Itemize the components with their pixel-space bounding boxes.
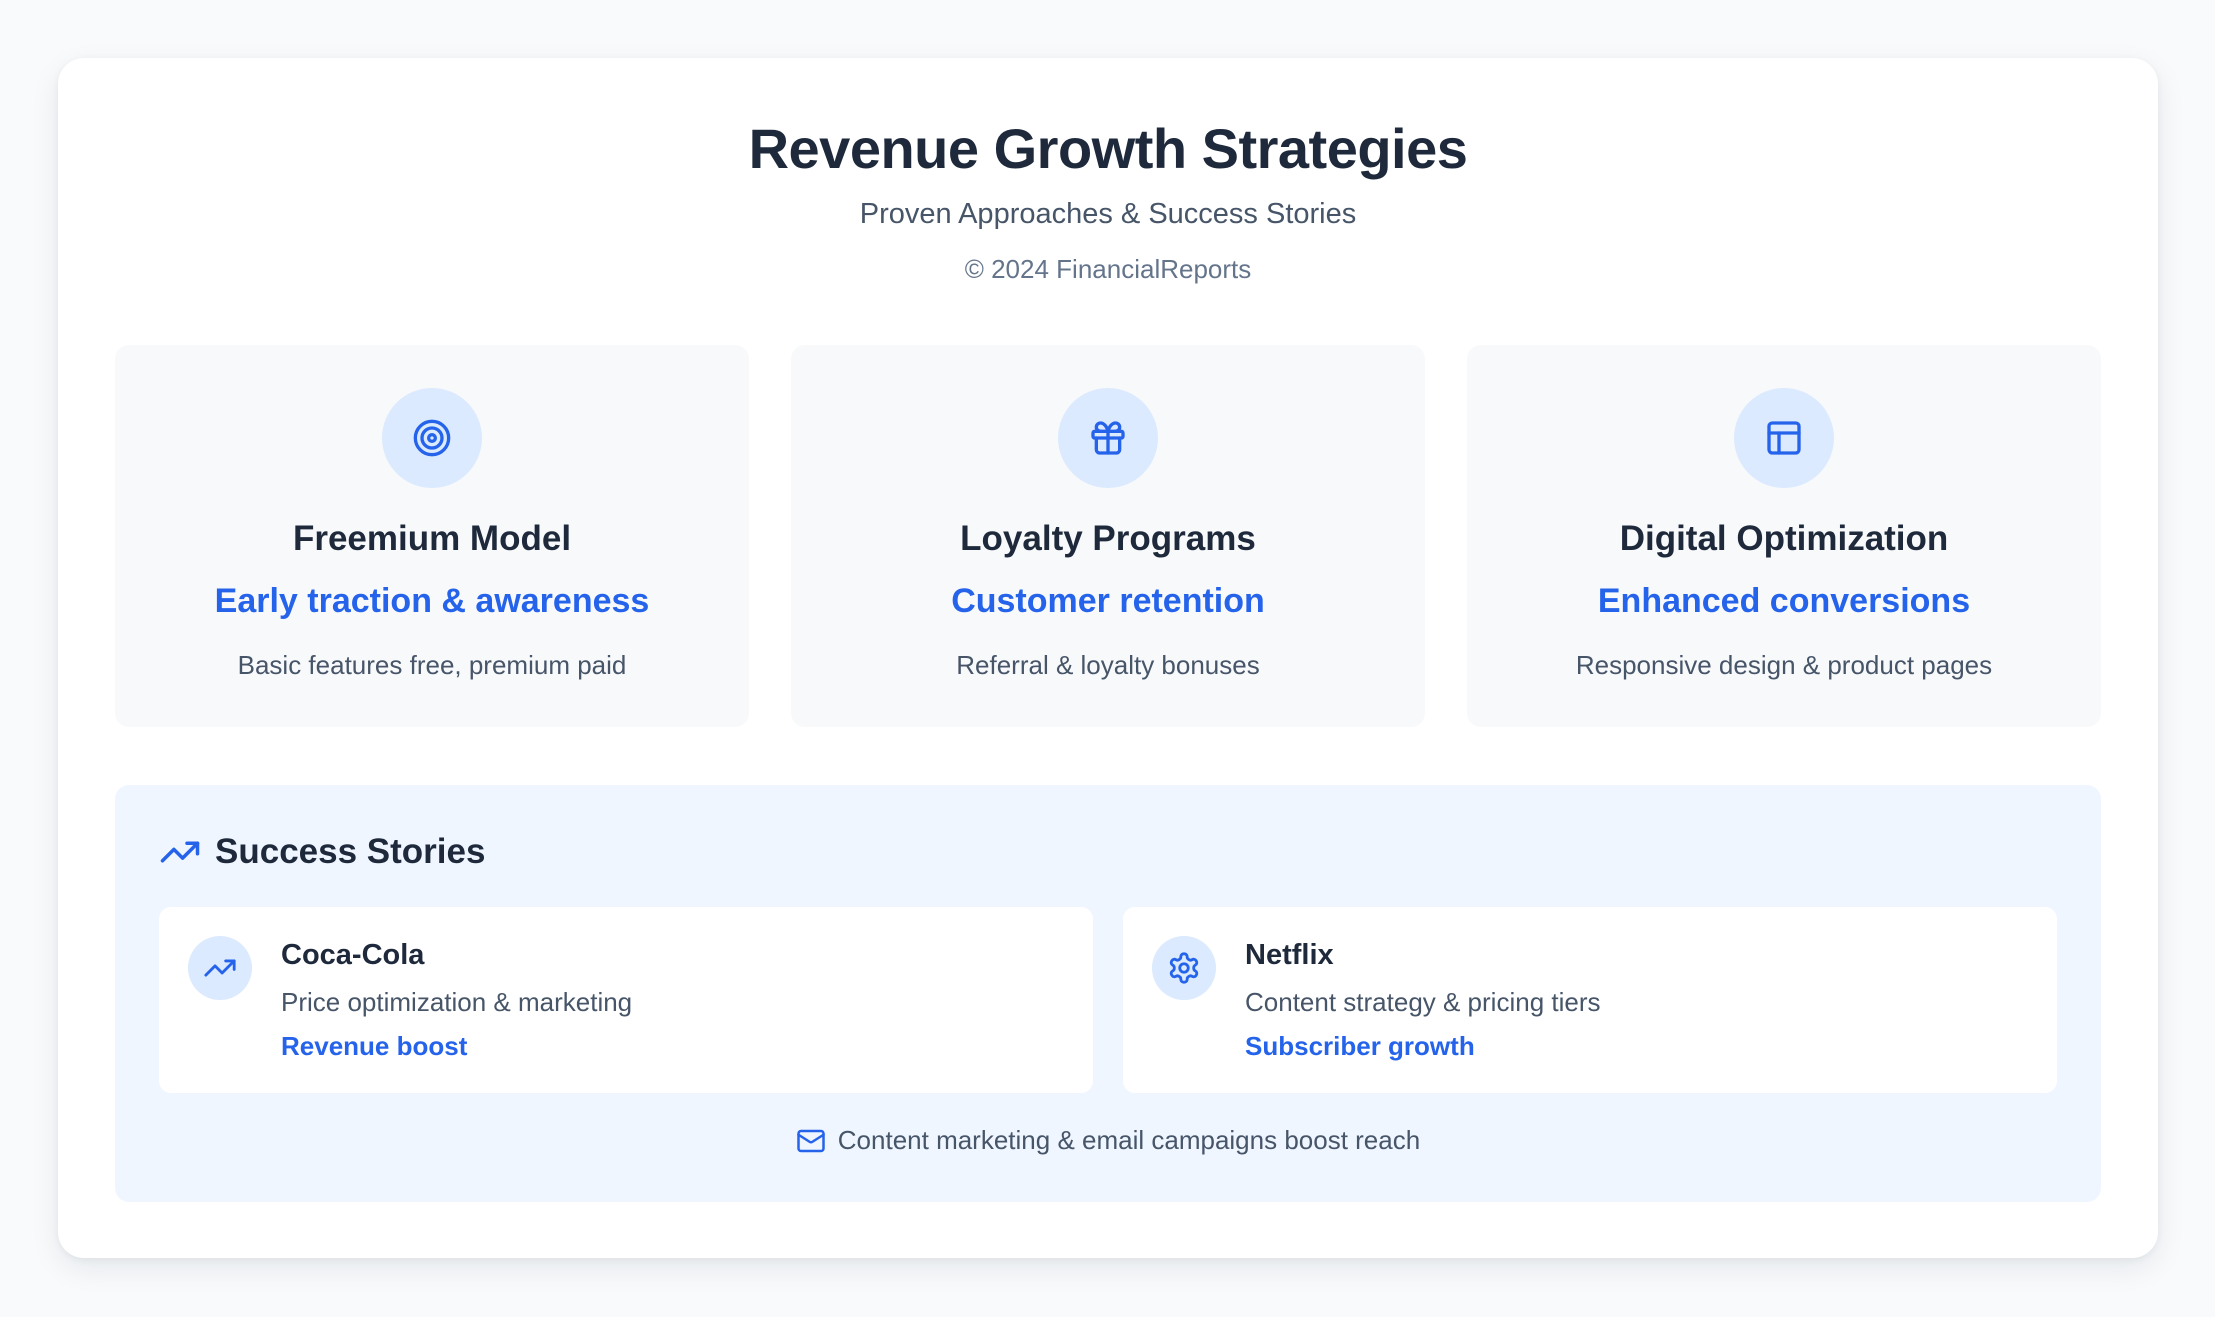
page-title: Revenue Growth Strategies — [748, 117, 1468, 180]
strategy-description: Responsive design & product pages — [1575, 650, 1993, 680]
strategy-title: Loyalty Programs — [960, 519, 1256, 558]
success-stories-panel: Success Stories Coca-Cola Price optimiza… — [115, 785, 2101, 1202]
mail-icon — [797, 1129, 825, 1152]
story-description: Price optimization & marketing — [281, 987, 633, 1017]
copyright-text: © 2024 FinancialReports — [964, 254, 1252, 284]
story-card-coca-cola: Coca-Cola Price optimization & marketing… — [159, 907, 1093, 1093]
story-name: Netflix — [1245, 939, 1334, 971]
page-subtitle: Proven Approaches & Success Stories — [859, 198, 1357, 230]
success-heading: Success Stories — [159, 831, 485, 873]
trending-up-icon — [188, 936, 252, 1000]
strategy-description: Referral & loyalty bonuses — [956, 650, 1260, 680]
strategy-tagline: Enhanced conversions — [1597, 582, 1971, 620]
strategy-card-freemium: Freemium Model Early traction & awarenes… — [115, 345, 749, 727]
strategy-title: Digital Optimization — [1619, 519, 1949, 558]
trending-up-icon — [160, 841, 200, 863]
story-description: Content strategy & pricing tiers — [1245, 987, 1601, 1017]
footnote-text: Content marketing & email campaigns boos… — [837, 1125, 1421, 1155]
story-name: Coca-Cola — [281, 939, 425, 971]
footnote: Content marketing & email campaigns boos… — [115, 1125, 2101, 1156]
story-result: Revenue boost — [281, 1031, 468, 1061]
gear-icon — [1152, 936, 1216, 1000]
success-title: Success Stories — [215, 832, 486, 871]
layout-icon — [1734, 388, 1834, 488]
strategy-tagline: Early traction & awareness — [214, 582, 650, 620]
gift-icon — [1058, 388, 1158, 488]
strategy-card-loyalty: Loyalty Programs Customer retention Refe… — [791, 345, 1425, 727]
strategy-tagline: Customer retention — [951, 582, 1265, 620]
strategy-title: Freemium Model — [292, 519, 572, 558]
target-icon — [382, 388, 482, 488]
story-card-netflix: Netflix Content strategy & pricing tiers… — [1123, 907, 2057, 1093]
strategy-card-digital: Digital Optimization Enhanced conversion… — [1467, 345, 2101, 727]
story-result: Subscriber growth — [1245, 1031, 1475, 1061]
strategy-cards: Freemium Model Early traction & awarenes… — [115, 345, 2101, 727]
strategy-description: Basic features free, premium paid — [237, 650, 627, 680]
main-card: Revenue Growth Strategies Proven Approac… — [58, 58, 2158, 1258]
